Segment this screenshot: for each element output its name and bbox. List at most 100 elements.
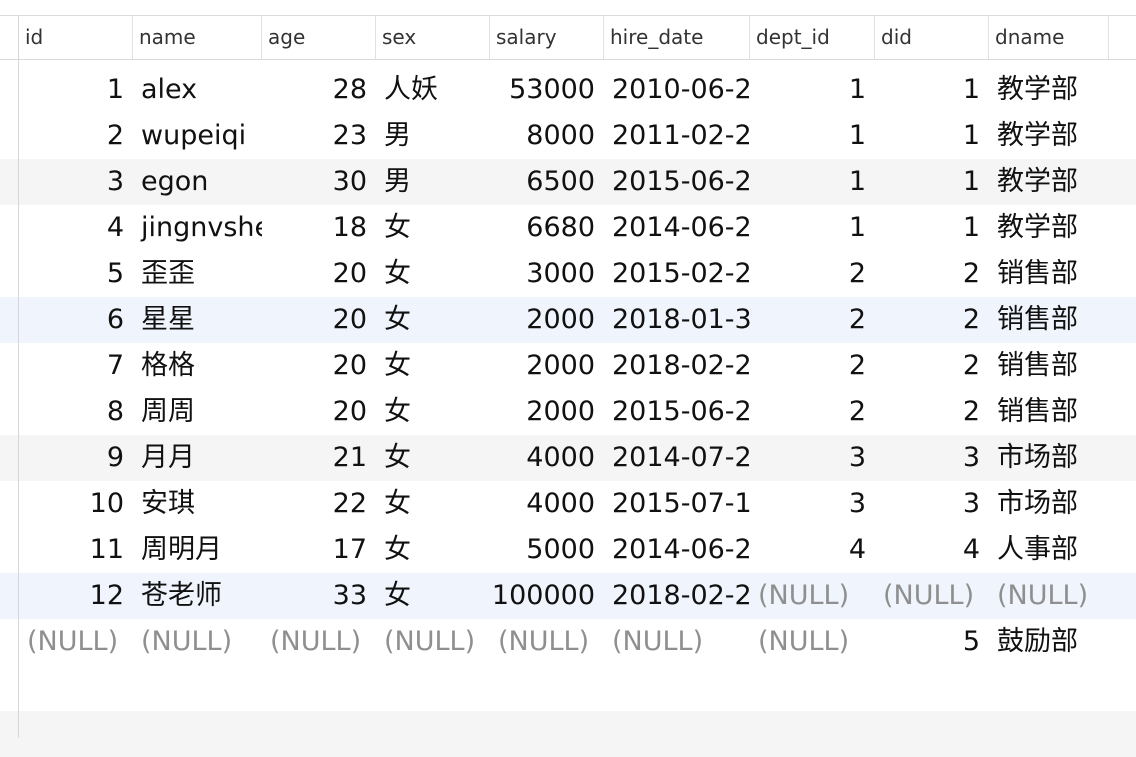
cell-salary[interactable]: 5000	[490, 527, 604, 573]
cell-name[interactable]: 周周	[133, 389, 262, 435]
cell-did[interactable]: 5	[875, 619, 989, 665]
cell-id[interactable]: 10	[19, 481, 133, 527]
cell-dname[interactable]: 市场部	[989, 481, 1109, 527]
cell-dept-id[interactable]: 2	[750, 389, 875, 435]
cell-age[interactable]: 28	[262, 67, 376, 113]
cell-dname[interactable]: 销售部	[989, 343, 1109, 389]
cell-dept-id[interactable]: 1	[750, 67, 875, 113]
cell-dept-id[interactable]: 1	[750, 159, 875, 205]
cell-hire-date[interactable]: 2015-02-2	[604, 251, 750, 297]
table-row[interactable]: 1 alex 28 人妖 53000 2010-06-2 1 1 教学部	[0, 67, 1136, 113]
cell-hire-date[interactable]: 2018-01-3	[604, 297, 750, 343]
cell-dept-id[interactable]: 3	[750, 481, 875, 527]
cell-dept-id[interactable]: (NULL)	[750, 573, 875, 619]
table-row[interactable]: (NULL) (NULL) (NULL) (NULL) (NULL) (NULL) (NUL…	[0, 619, 1136, 665]
table-row[interactable]: 12 苍老师 33 女 100000 2018-02-2 (NULL) (NULL) (NULL…	[0, 573, 1136, 619]
cell-id[interactable]: 4	[19, 205, 133, 251]
cell-dname[interactable]: 人事部	[989, 527, 1109, 573]
cell-name[interactable]: egon	[133, 159, 262, 205]
cell-age[interactable]: 17	[262, 527, 376, 573]
empty-row[interactable]	[0, 711, 1136, 757]
column-header-sex[interactable]: sex	[376, 16, 490, 59]
cell-dname[interactable]: 销售部	[989, 251, 1109, 297]
cell-salary[interactable]: 2000	[490, 297, 604, 343]
cell-dept-id[interactable]: 2	[750, 251, 875, 297]
cell-name[interactable]: (NULL)	[133, 619, 262, 665]
table-row[interactable]: 3 egon 30 男 6500 2015-06-2 1 1 教学部	[0, 159, 1136, 205]
cell-salary[interactable]: 100000	[490, 573, 604, 619]
cell-dept-id[interactable]: 2	[750, 343, 875, 389]
cell-sex[interactable]: 女	[376, 481, 490, 527]
column-header-id[interactable]: id	[19, 16, 133, 59]
cell-sex[interactable]: 女	[376, 251, 490, 297]
cell-did[interactable]: 4	[875, 527, 989, 573]
cell-name[interactable]: 苍老师	[133, 573, 262, 619]
table-row[interactable]: 7 格格 20 女 2000 2018-02-2 2 2 销售部	[0, 343, 1136, 389]
cell-age[interactable]: 20	[262, 251, 376, 297]
cell-hire-date[interactable]: 2015-07-1	[604, 481, 750, 527]
cell-did[interactable]: 1	[875, 159, 989, 205]
cell-salary[interactable]: (NULL)	[490, 619, 604, 665]
cell-did[interactable]: 1	[875, 113, 989, 159]
cell-dept-id[interactable]: 1	[750, 113, 875, 159]
cell-id[interactable]: 8	[19, 389, 133, 435]
cell-hire-date[interactable]: 2015-06-2	[604, 389, 750, 435]
cell-name[interactable]: 歪歪	[133, 251, 262, 297]
cell-id[interactable]: 6	[19, 297, 133, 343]
cell-age[interactable]: 33	[262, 573, 376, 619]
cell-age[interactable]: 18	[262, 205, 376, 251]
cell-salary[interactable]: 4000	[490, 435, 604, 481]
cell-sex[interactable]: 女	[376, 435, 490, 481]
column-header-name[interactable]: name	[133, 16, 262, 59]
cell-dept-id[interactable]: 3	[750, 435, 875, 481]
cell-dname[interactable]: 教学部	[989, 67, 1109, 113]
column-header-age[interactable]: age	[262, 16, 376, 59]
cell-age[interactable]: 23	[262, 113, 376, 159]
cell-hire-date[interactable]: 2014-07-2	[604, 435, 750, 481]
cell-did[interactable]: 1	[875, 67, 989, 113]
cell-sex[interactable]: 人妖	[376, 67, 490, 113]
cell-did[interactable]: 1	[875, 205, 989, 251]
cell-hire-date[interactable]: 2018-02-2	[604, 343, 750, 389]
cell-dept-id[interactable]: 2	[750, 297, 875, 343]
cell-sex[interactable]: 女	[376, 343, 490, 389]
cell-salary[interactable]: 4000	[490, 481, 604, 527]
cell-id[interactable]: 5	[19, 251, 133, 297]
column-header-salary[interactable]: salary	[490, 16, 604, 59]
cell-name[interactable]: 安琪	[133, 481, 262, 527]
table-row[interactable]: 11 周明月 17 女 5000 2014-06-2 4 4 人事部	[0, 527, 1136, 573]
cell-salary[interactable]: 53000	[490, 67, 604, 113]
cell-name[interactable]: 格格	[133, 343, 262, 389]
column-header-hire-date[interactable]: hire_date	[604, 16, 750, 59]
cell-age[interactable]: 20	[262, 389, 376, 435]
cell-salary[interactable]: 8000	[490, 113, 604, 159]
cell-dname[interactable]: 市场部	[989, 435, 1109, 481]
cell-age[interactable]: 20	[262, 343, 376, 389]
cell-dname[interactable]: (NULL)	[989, 573, 1109, 619]
cell-dname[interactable]: 鼓励部	[989, 619, 1109, 665]
cell-salary[interactable]: 2000	[490, 389, 604, 435]
cell-name[interactable]: 周明月	[133, 527, 262, 573]
cell-hire-date[interactable]: 2014-06-2	[604, 205, 750, 251]
table-row[interactable]: 8 周周 20 女 2000 2015-06-2 2 2 销售部	[0, 389, 1136, 435]
cell-sex[interactable]: 女	[376, 389, 490, 435]
cell-id[interactable]: (NULL)	[19, 619, 133, 665]
empty-row[interactable]	[0, 665, 1136, 711]
table-row[interactable]: 4 jingnvshe 18 女 6680 2014-06-2 1 1 教学部	[0, 205, 1136, 251]
cell-salary[interactable]: 3000	[490, 251, 604, 297]
cell-sex[interactable]: 女	[376, 205, 490, 251]
cell-dept-id[interactable]: 4	[750, 527, 875, 573]
cell-id[interactable]: 1	[19, 67, 133, 113]
table-row[interactable]: 5 歪歪 20 女 3000 2015-02-2 2 2 销售部	[0, 251, 1136, 297]
cell-dname[interactable]: 教学部	[989, 113, 1109, 159]
cell-sex[interactable]: 女	[376, 573, 490, 619]
cell-sex[interactable]: 女	[376, 527, 490, 573]
cell-sex[interactable]: (NULL)	[376, 619, 490, 665]
cell-age[interactable]: (NULL)	[262, 619, 376, 665]
cell-did[interactable]: (NULL)	[875, 573, 989, 619]
cell-name[interactable]: 月月	[133, 435, 262, 481]
cell-id[interactable]: 11	[19, 527, 133, 573]
cell-dname[interactable]: 教学部	[989, 159, 1109, 205]
cell-did[interactable]: 3	[875, 435, 989, 481]
cell-age[interactable]: 30	[262, 159, 376, 205]
